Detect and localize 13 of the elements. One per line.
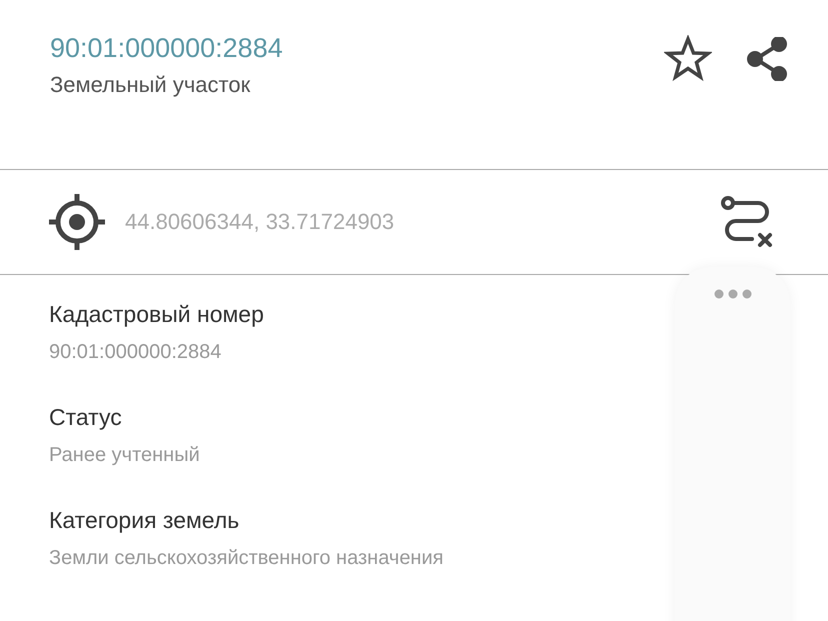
field-label: Кадастровый номер — [49, 301, 265, 328]
field-value: Земли сельскохозяйственного назначения — [49, 547, 444, 570]
coordinates: 44.80606344, 33.71724903 — [125, 209, 396, 235]
cadastral-number: 90:01:000000:2884 — [50, 33, 283, 64]
share-icon[interactable] — [746, 37, 788, 81]
field-value: 90:01:000000:2884 — [49, 341, 222, 364]
field-value: Ранее учтенный — [49, 444, 201, 467]
field-label: Категория земель — [49, 507, 240, 534]
field-label: Статус — [49, 404, 123, 431]
route-icon[interactable] — [720, 195, 774, 249]
object-type: Земельный участок — [50, 72, 252, 98]
target-icon[interactable] — [47, 192, 107, 252]
star-icon[interactable] — [664, 35, 712, 83]
